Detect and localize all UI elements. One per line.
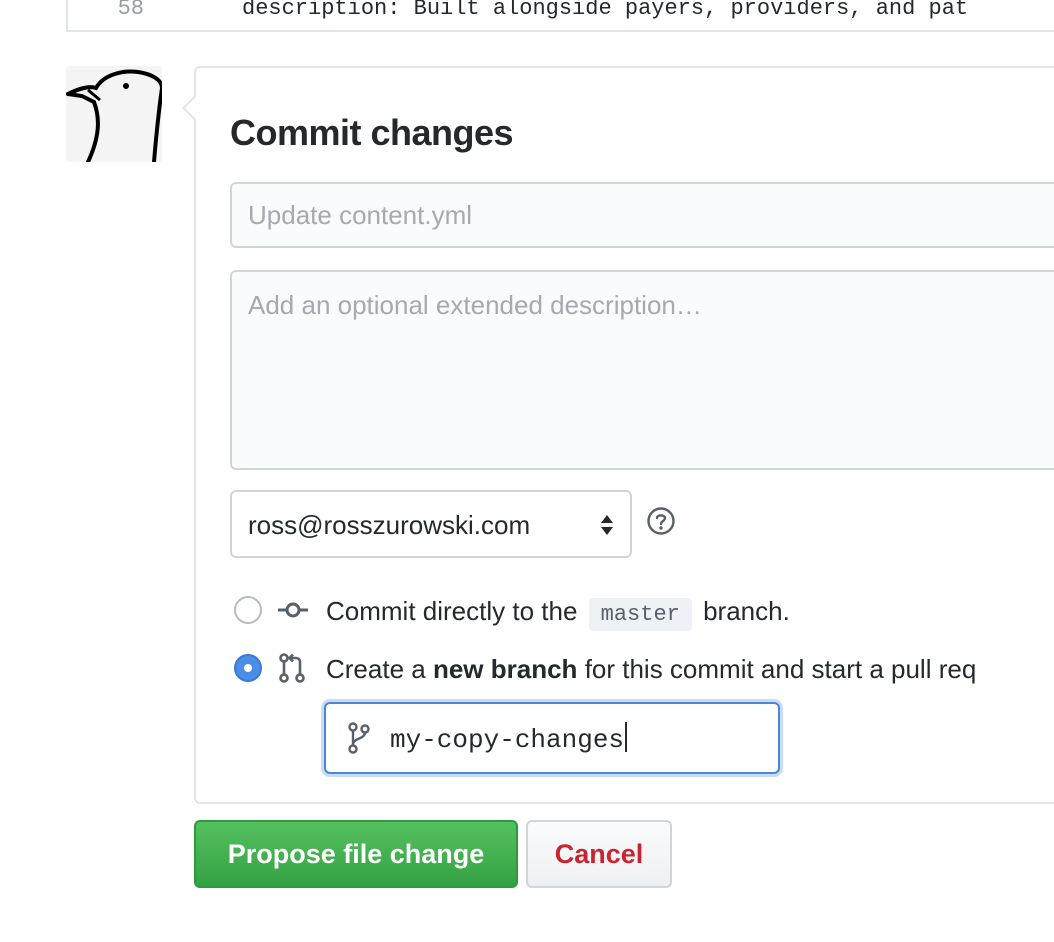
commit-form: Commit changes ross@rosszurowski.com — [182, 66, 1054, 804]
code-line-text: description: Built alongside payers, pro… — [242, 0, 969, 21]
git-commit-icon — [278, 602, 308, 618]
git-pull-request-icon — [279, 653, 305, 683]
commit-summary-input[interactable] — [230, 182, 1054, 248]
commit-direct-radio[interactable] — [234, 596, 262, 624]
commit-direct-suffix: branch. — [703, 596, 790, 626]
speech-arrow-inner — [185, 96, 197, 120]
bird-avatar-icon — [66, 66, 162, 162]
email-select-value: ross@rosszurowski.com — [248, 510, 531, 540]
commit-direct-label: Commit directly to the master branch. — [326, 596, 790, 631]
commit-description-textarea[interactable] — [230, 270, 1054, 470]
new-branch-option[interactable]: Create a new branch for this commit and … — [234, 648, 1054, 688]
commit-direct-prefix: Commit directly to the — [326, 596, 578, 626]
propose-file-change-button[interactable]: Propose file change — [194, 820, 518, 888]
git-branch-icon — [348, 722, 370, 754]
select-arrows-icon — [601, 515, 613, 535]
user-avatar[interactable] — [66, 66, 162, 162]
email-select[interactable]: ross@rosszurowski.com — [230, 490, 632, 558]
master-branch-code: master — [588, 598, 692, 631]
commit-page: 58 description: Built alongside payers, … — [0, 0, 1054, 942]
branch-name-input[interactable]: my-copy-changes — [390, 722, 628, 755]
cancel-button[interactable]: Cancel — [526, 820, 672, 888]
new-branch-radio[interactable] — [234, 654, 262, 682]
commit-title: Commit changes — [230, 112, 514, 153]
branch-name-field[interactable]: my-copy-changes — [324, 702, 780, 774]
new-branch-label: Create a new branch for this commit and … — [326, 654, 976, 685]
branch-name-value: my-copy-changes — [390, 725, 625, 755]
code-line: 58 description: Built alongside payers, … — [66, 0, 1054, 32]
line-number: 58 — [117, 0, 144, 21]
new-branch-bold: new branch — [432, 654, 578, 684]
commit-direct-option[interactable]: Commit directly to the master branch. — [234, 590, 1054, 631]
question-circle-icon[interactable] — [646, 506, 676, 536]
text-caret — [625, 722, 628, 752]
new-branch-suffix: for this commit and start a pull req — [584, 654, 977, 684]
new-branch-prefix: Create a — [326, 654, 426, 684]
